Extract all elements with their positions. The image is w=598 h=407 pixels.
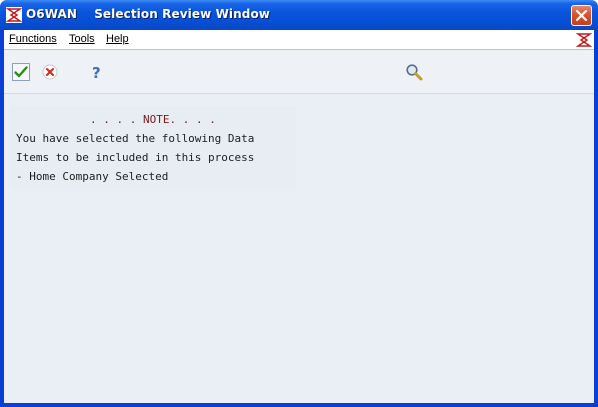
note-line: - Home Company Selected [16,170,169,183]
magnifier-icon [406,64,423,81]
menu-help[interactable]: Help [106,33,129,45]
app-logo-icon [6,7,22,23]
svg-text:?: ? [92,64,101,81]
window-body: Functions Tools Help ? . . . . NOTE. . .… [4,30,594,403]
help-button[interactable]: ? [87,63,105,82]
toolbar: ? [4,50,594,94]
check-icon [14,66,28,78]
note-heading: . . . . NOTE. . . . [90,113,216,126]
content-area: . . . . NOTE. . . . You have selected th… [4,94,594,403]
note-line: Items to be included in this process [16,151,255,164]
title-bar[interactable]: O6WAN Selection Review Window [0,0,598,30]
menu-bar: Functions Tools Help [4,30,594,50]
cancel-icon [42,64,58,80]
cancel-button[interactable] [41,63,59,81]
window-title: O6WAN Selection Review Window [26,7,270,21]
question-icon: ? [92,64,101,82]
jde-logo-icon [576,33,592,47]
close-button[interactable] [571,5,592,26]
ok-button[interactable] [12,63,30,81]
search-button[interactable] [405,63,423,81]
close-icon [575,9,588,22]
application-window: O6WAN Selection Review Window Functions … [0,0,598,407]
menu-functions[interactable]: Functions [9,33,57,45]
menu-tools[interactable]: Tools [69,33,95,45]
note-line: You have selected the following Data [16,132,255,145]
